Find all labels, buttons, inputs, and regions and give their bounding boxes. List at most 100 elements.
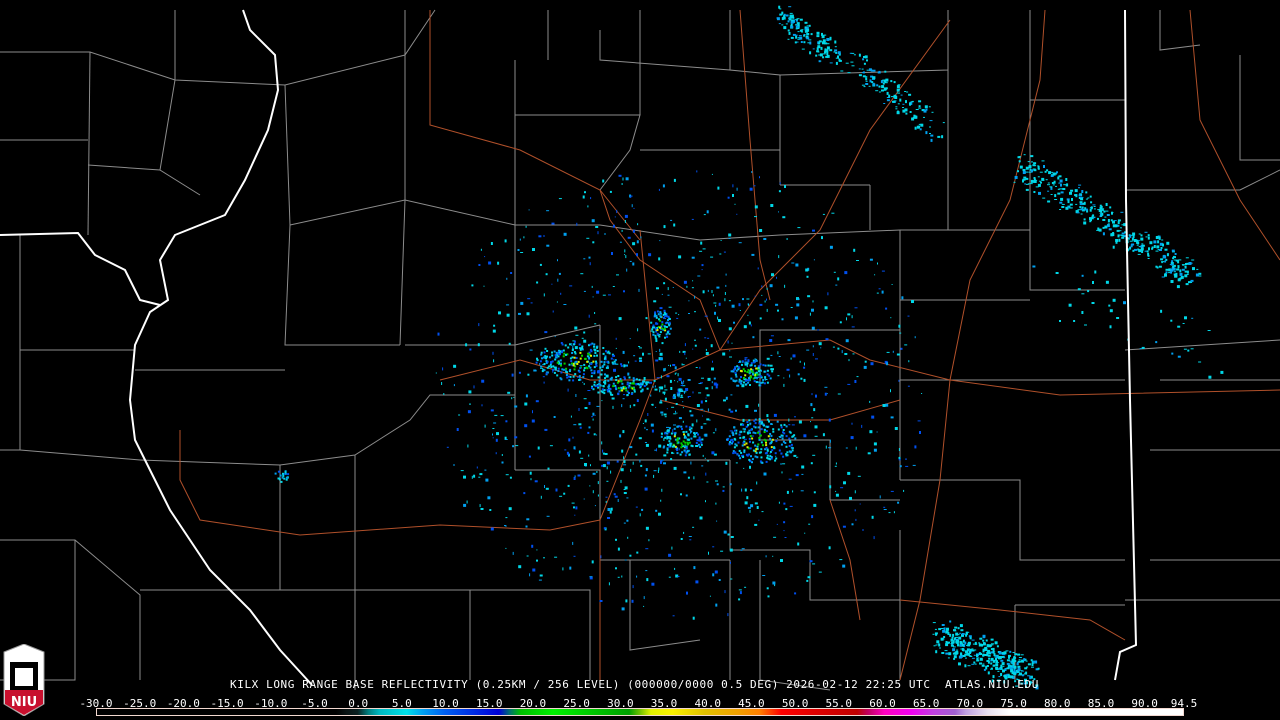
- echo-pixel: [1121, 236, 1125, 239]
- echo-pixel: [840, 487, 844, 489]
- echo-pixel: [989, 644, 992, 647]
- echo-pixel: [537, 446, 540, 450]
- echo-pixel: [739, 457, 742, 460]
- echo-pixel: [854, 380, 857, 383]
- echo-pixel: [573, 477, 576, 480]
- echo-pixel: [591, 387, 593, 389]
- echo-pixel: [1156, 245, 1160, 249]
- echo-pixel: [1147, 258, 1150, 259]
- echo-pixel: [559, 359, 562, 362]
- echo-pixel: [653, 470, 657, 472]
- echo-pixel: [954, 626, 958, 629]
- echo-pixel: [745, 453, 748, 456]
- echo-pixel: [861, 424, 863, 428]
- echo-pixel: [851, 326, 855, 328]
- county-line: [759, 329, 900, 440]
- echo-pixel: [1177, 260, 1180, 264]
- echo-pixel: [283, 477, 286, 480]
- echo-pixel: [596, 405, 600, 407]
- echo-pixel: [620, 364, 623, 367]
- echo-pixel: [843, 481, 846, 485]
- echo-pixel: [763, 424, 765, 427]
- echo-pixel: [760, 381, 763, 384]
- echo-pixel: [669, 437, 672, 440]
- echo-pixel: [783, 15, 786, 18]
- echo-pixel: [766, 287, 768, 290]
- echo-pixel: [668, 321, 671, 324]
- echo-pixel: [466, 500, 468, 504]
- echo-pixel: [530, 478, 532, 481]
- echo-pixel: [626, 497, 629, 499]
- echo-pixel: [786, 490, 789, 494]
- echo-pixel: [735, 375, 738, 378]
- echo-pixel: [573, 555, 576, 557]
- echo-pixel: [806, 25, 809, 27]
- echo-pixel: [773, 536, 777, 538]
- echo-pixel: [659, 389, 661, 393]
- echo-pixel: [893, 81, 896, 84]
- echo-pixel: [700, 400, 703, 404]
- echo-pixel: [727, 196, 730, 199]
- echo-pixel: [788, 31, 791, 35]
- echo-pixel: [757, 443, 760, 446]
- echo-pixel: [707, 377, 711, 381]
- echo-pixel: [1140, 247, 1144, 251]
- echo-pixel: [533, 369, 537, 372]
- echo-pixel: [863, 365, 867, 369]
- echo-pixel: [666, 375, 670, 378]
- echo-pixel: [756, 445, 759, 448]
- echo-pixel: [630, 195, 632, 198]
- echo-pixel: [664, 436, 667, 439]
- echo-pixel: [878, 288, 881, 290]
- echo-pixel: [928, 106, 931, 108]
- echo-pixel: [806, 349, 810, 351]
- echo-pixel: [678, 394, 680, 396]
- echo-pixel: [558, 198, 562, 200]
- echo-pixel: [1000, 659, 1004, 662]
- echo-pixel: [833, 271, 836, 273]
- echo-pixel: [1081, 311, 1084, 314]
- echo-pixel: [727, 613, 729, 617]
- echo-pixel: [663, 462, 666, 465]
- echo-pixel: [780, 424, 783, 427]
- echo-pixel: [613, 358, 615, 360]
- echo-pixel: [761, 285, 763, 288]
- echo-pixel: [1166, 241, 1170, 245]
- echo-pixel: [606, 466, 608, 470]
- echo-pixel: [629, 554, 632, 557]
- echo-pixel: [572, 345, 574, 349]
- echo-pixel: [1136, 244, 1139, 246]
- echo-pixel: [982, 639, 985, 642]
- echo-pixel: [801, 48, 805, 50]
- echo-pixel: [585, 366, 588, 369]
- echo-pixel: [758, 422, 761, 425]
- echo-pixel: [666, 426, 669, 428]
- echo-pixel: [582, 373, 585, 376]
- echo-pixel: [658, 257, 661, 261]
- echo-pixel: [891, 284, 893, 285]
- echo-pixel: [774, 459, 777, 462]
- echo-pixel: [723, 251, 726, 253]
- echo-pixel: [1033, 191, 1036, 193]
- echo-pixel: [744, 357, 748, 359]
- echo-pixel: [610, 507, 613, 511]
- echo-pixel: [1158, 236, 1161, 240]
- echo-pixel: [734, 203, 736, 205]
- echo-pixel: [705, 352, 709, 355]
- echo-pixel: [801, 473, 804, 475]
- echo-pixel: [575, 360, 578, 363]
- echo-pixel: [617, 375, 620, 377]
- echo-pixel: [569, 357, 572, 360]
- echo-pixel: [1075, 194, 1078, 198]
- echo-pixel: [748, 419, 751, 422]
- echo-pixel: [602, 179, 605, 183]
- echo-pixel: [810, 33, 813, 36]
- echo-pixel: [618, 317, 622, 321]
- echo-pixel: [565, 353, 567, 356]
- echo-pixel: [868, 85, 871, 87]
- echo-pixel: [1177, 355, 1181, 358]
- echo-pixel: [579, 351, 582, 354]
- echo-pixel: [829, 49, 833, 52]
- echo-pixel: [592, 296, 594, 298]
- echo-pixel: [716, 520, 718, 522]
